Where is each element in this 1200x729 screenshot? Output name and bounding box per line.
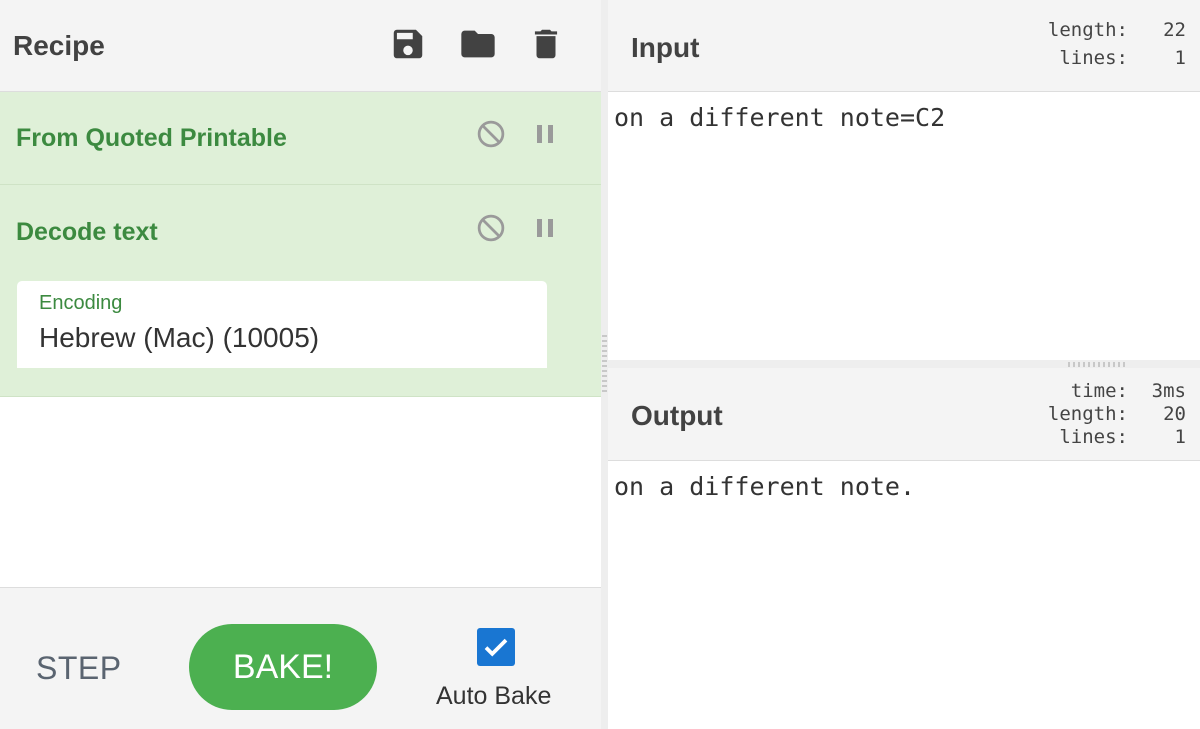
input-title: Input [631,32,700,63]
vertical-resize-handle[interactable] [602,335,607,395]
recipe-title: Recipe [13,30,105,61]
output-time-value: 3ms [1151,380,1186,402]
folder-icon[interactable] [458,24,498,64]
output-title: Output [631,400,723,431]
step-button[interactable]: STEP [36,650,122,687]
input-length-label: length: [1047,19,1128,41]
output-length-value: 20 [1163,403,1186,425]
output-info: time: 3ms length: 20 lines: 1 [1038,380,1186,449]
breakpoint-icon[interactable] [528,211,562,245]
bake-button[interactable]: BAKE! [189,624,377,710]
checkmark-icon [484,638,508,657]
save-icon[interactable] [388,24,428,64]
output-textarea[interactable]: on a different note. [614,472,915,501]
auto-bake-checkbox[interactable] [477,628,515,666]
trash-icon[interactable] [526,24,566,64]
recipe-controls: STEP BAKE! Auto Bake [0,587,601,729]
input-textarea[interactable]: on a different note=C2 [614,103,945,132]
auto-bake-label: Auto Bake [436,682,552,710]
disable-icon[interactable] [474,211,508,245]
output-lines-label: lines: [1059,426,1128,448]
output-time-label: time: [1070,380,1128,402]
op-title: From Quoted Printable [16,124,287,152]
encoding-value: Hebrew (Mac) (10005) [39,322,320,353]
output-lines-value: 1 [1174,426,1186,448]
breakpoint-icon[interactable] [528,117,562,151]
disable-icon[interactable] [474,117,508,151]
horizontal-resize-handle[interactable] [1068,362,1128,367]
recipe-op-from-quoted-printable[interactable]: From Quoted Printable [0,92,601,185]
recipe-pane: Recipe From Quoted Printable Decode text [0,0,601,729]
input-header: Input length: 22 lines: 1 [608,0,1200,92]
input-length-value: 22 [1163,19,1186,41]
encoding-select[interactable]: Encoding Hebrew (Mac) (10005) [17,281,547,368]
input-info: length: 22 lines: 1 [1038,19,1186,70]
output-length-label: length: [1047,403,1128,425]
input-lines-value: 1 [1174,47,1186,69]
output-header: Output time: 3ms length: 20 lines: 1 [608,368,1200,461]
input-lines-label: lines: [1059,47,1128,69]
recipe-header: Recipe [0,0,601,92]
op-title: Decode text [16,218,158,246]
encoding-label: Encoding [39,292,123,314]
